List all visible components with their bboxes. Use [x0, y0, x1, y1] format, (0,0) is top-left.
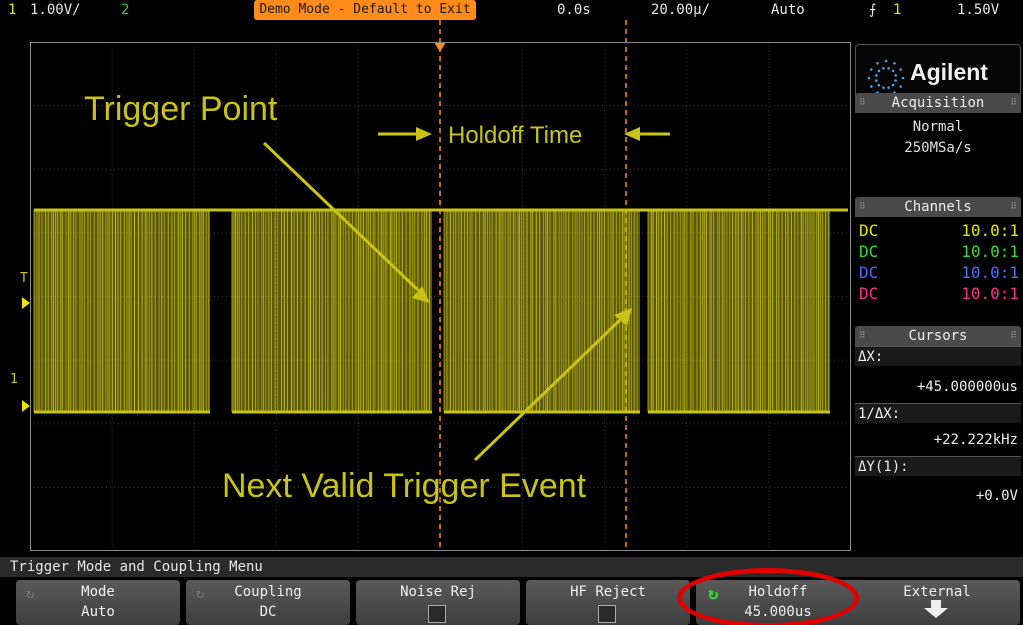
submenu-arrow-icon — [924, 600, 948, 618]
channel-row-4[interactable]: DC 10.0:1 — [859, 285, 1019, 303]
ground-marker[interactable] — [22, 400, 30, 412]
softkey-external[interactable]: External — [854, 580, 1020, 625]
trigger-mode[interactable]: Auto — [771, 1, 805, 19]
softkey-noise-rej[interactable]: Noise Rej — [356, 580, 520, 625]
channel-probe-ratio: 10.0:1 — [961, 263, 1019, 282]
softkey-coupling-label: Coupling — [234, 584, 302, 600]
channel-coupling: DC — [859, 284, 879, 303]
sample-rate: 250MSa/s — [904, 140, 972, 156]
softkey-external-label: External — [903, 584, 971, 600]
acquisition-section[interactable]: Normal 250MSa/s — [855, 113, 1021, 193]
softkey-holdoff[interactable]: ↻ Holdoff 45.000us — [696, 580, 860, 625]
delta-y-value: +0.0V — [975, 488, 1018, 504]
softkey-holdoff-value: 45.000us — [744, 604, 812, 620]
channel-row-1[interactable]: DC 10.0:1 — [859, 222, 1019, 240]
ch1-scale[interactable]: 1.00V/ — [30, 1, 81, 19]
demo-mode-banner[interactable]: Demo Mode - Default to Exit — [254, 0, 476, 20]
rising-edge-icon: ⨍ — [869, 2, 877, 18]
info-panel: Agilent Acquisition Normal 250MSa/s Chan… — [853, 20, 1023, 551]
channel-probe-ratio: 10.0:1 — [961, 221, 1019, 240]
channel-row-3[interactable]: DC 10.0:1 — [859, 264, 1019, 282]
softkey-mode-label: Mode — [81, 584, 115, 600]
brand-name: Agilent — [910, 59, 988, 85]
delta-x-label: ΔX: — [855, 346, 1021, 366]
time-delay[interactable]: 0.0s — [557, 1, 591, 19]
next-valid-trigger-label: Next Valid Trigger Event — [222, 467, 587, 505]
softkey-holdoff-label: Holdoff — [748, 584, 808, 600]
trigger-marker-label: T — [20, 271, 28, 286]
ground-marker-label: 1 — [10, 372, 18, 387]
holdoff-time-label: Holdoff Time — [448, 122, 583, 149]
agilent-spark-icon — [867, 59, 905, 97]
softkey-hf-reject[interactable]: HF Reject — [526, 580, 690, 625]
inverse-delta-x-label: 1/ΔX: — [855, 403, 1021, 423]
acquisition-mode: Normal — [912, 119, 964, 135]
trigger-level[interactable]: 1.50V — [957, 1, 999, 19]
ch1-number[interactable]: 1 — [8, 1, 16, 19]
status-bar: 1 1.00V/ 2 Demo Mode - Default to Exit 0… — [0, 0, 1023, 20]
menu-title: Trigger Mode and Coupling Menu — [0, 557, 1023, 577]
softkey-mode[interactable]: ↻ Mode Auto — [16, 580, 180, 625]
channel-coupling: DC — [859, 221, 879, 240]
delta-x-value: +45.000000us — [916, 379, 1018, 395]
trigger-level-marker[interactable] — [22, 297, 30, 309]
softkey-hf-reject-label: HF Reject — [570, 584, 646, 600]
channel-coupling: DC — [859, 242, 879, 261]
time-scale[interactable]: 20.00µ/ — [651, 1, 710, 19]
acquisition-header[interactable]: Acquisition — [855, 93, 1021, 113]
channel-probe-ratio: 10.0:1 — [961, 242, 1019, 261]
cursors-header[interactable]: Cursors — [855, 326, 1021, 346]
channel-coupling: DC — [859, 263, 879, 282]
hf-reject-checkbox[interactable] — [598, 605, 616, 623]
softkey-coupling[interactable]: ↻ Coupling DC — [186, 580, 350, 625]
delta-y-label: ΔY(1): — [855, 456, 1021, 476]
trigger-source[interactable]: 1 — [893, 1, 901, 19]
trigger-point-label: Trigger Point — [84, 90, 278, 128]
softkey-noise-rej-label: Noise Rej — [400, 584, 476, 600]
softkey-bar: ↻ Mode Auto ↻ Coupling DC Noise Rej HF R… — [0, 578, 1023, 625]
ch2-number[interactable]: 2 — [121, 1, 129, 19]
softkey-coupling-value: DC — [259, 604, 277, 620]
softkey-mode-value: Auto — [81, 604, 115, 620]
scope-display: T 1 Trigger Point Holdoff Time Next Vali… — [0, 20, 851, 551]
channel-probe-ratio: 10.0:1 — [961, 284, 1019, 303]
inverse-delta-x-value: +22.222kHz — [933, 432, 1018, 448]
channels-header[interactable]: Channels — [855, 197, 1021, 217]
noise-rej-checkbox[interactable] — [428, 605, 446, 623]
channel-row-2[interactable]: DC 10.0:1 — [859, 243, 1019, 261]
